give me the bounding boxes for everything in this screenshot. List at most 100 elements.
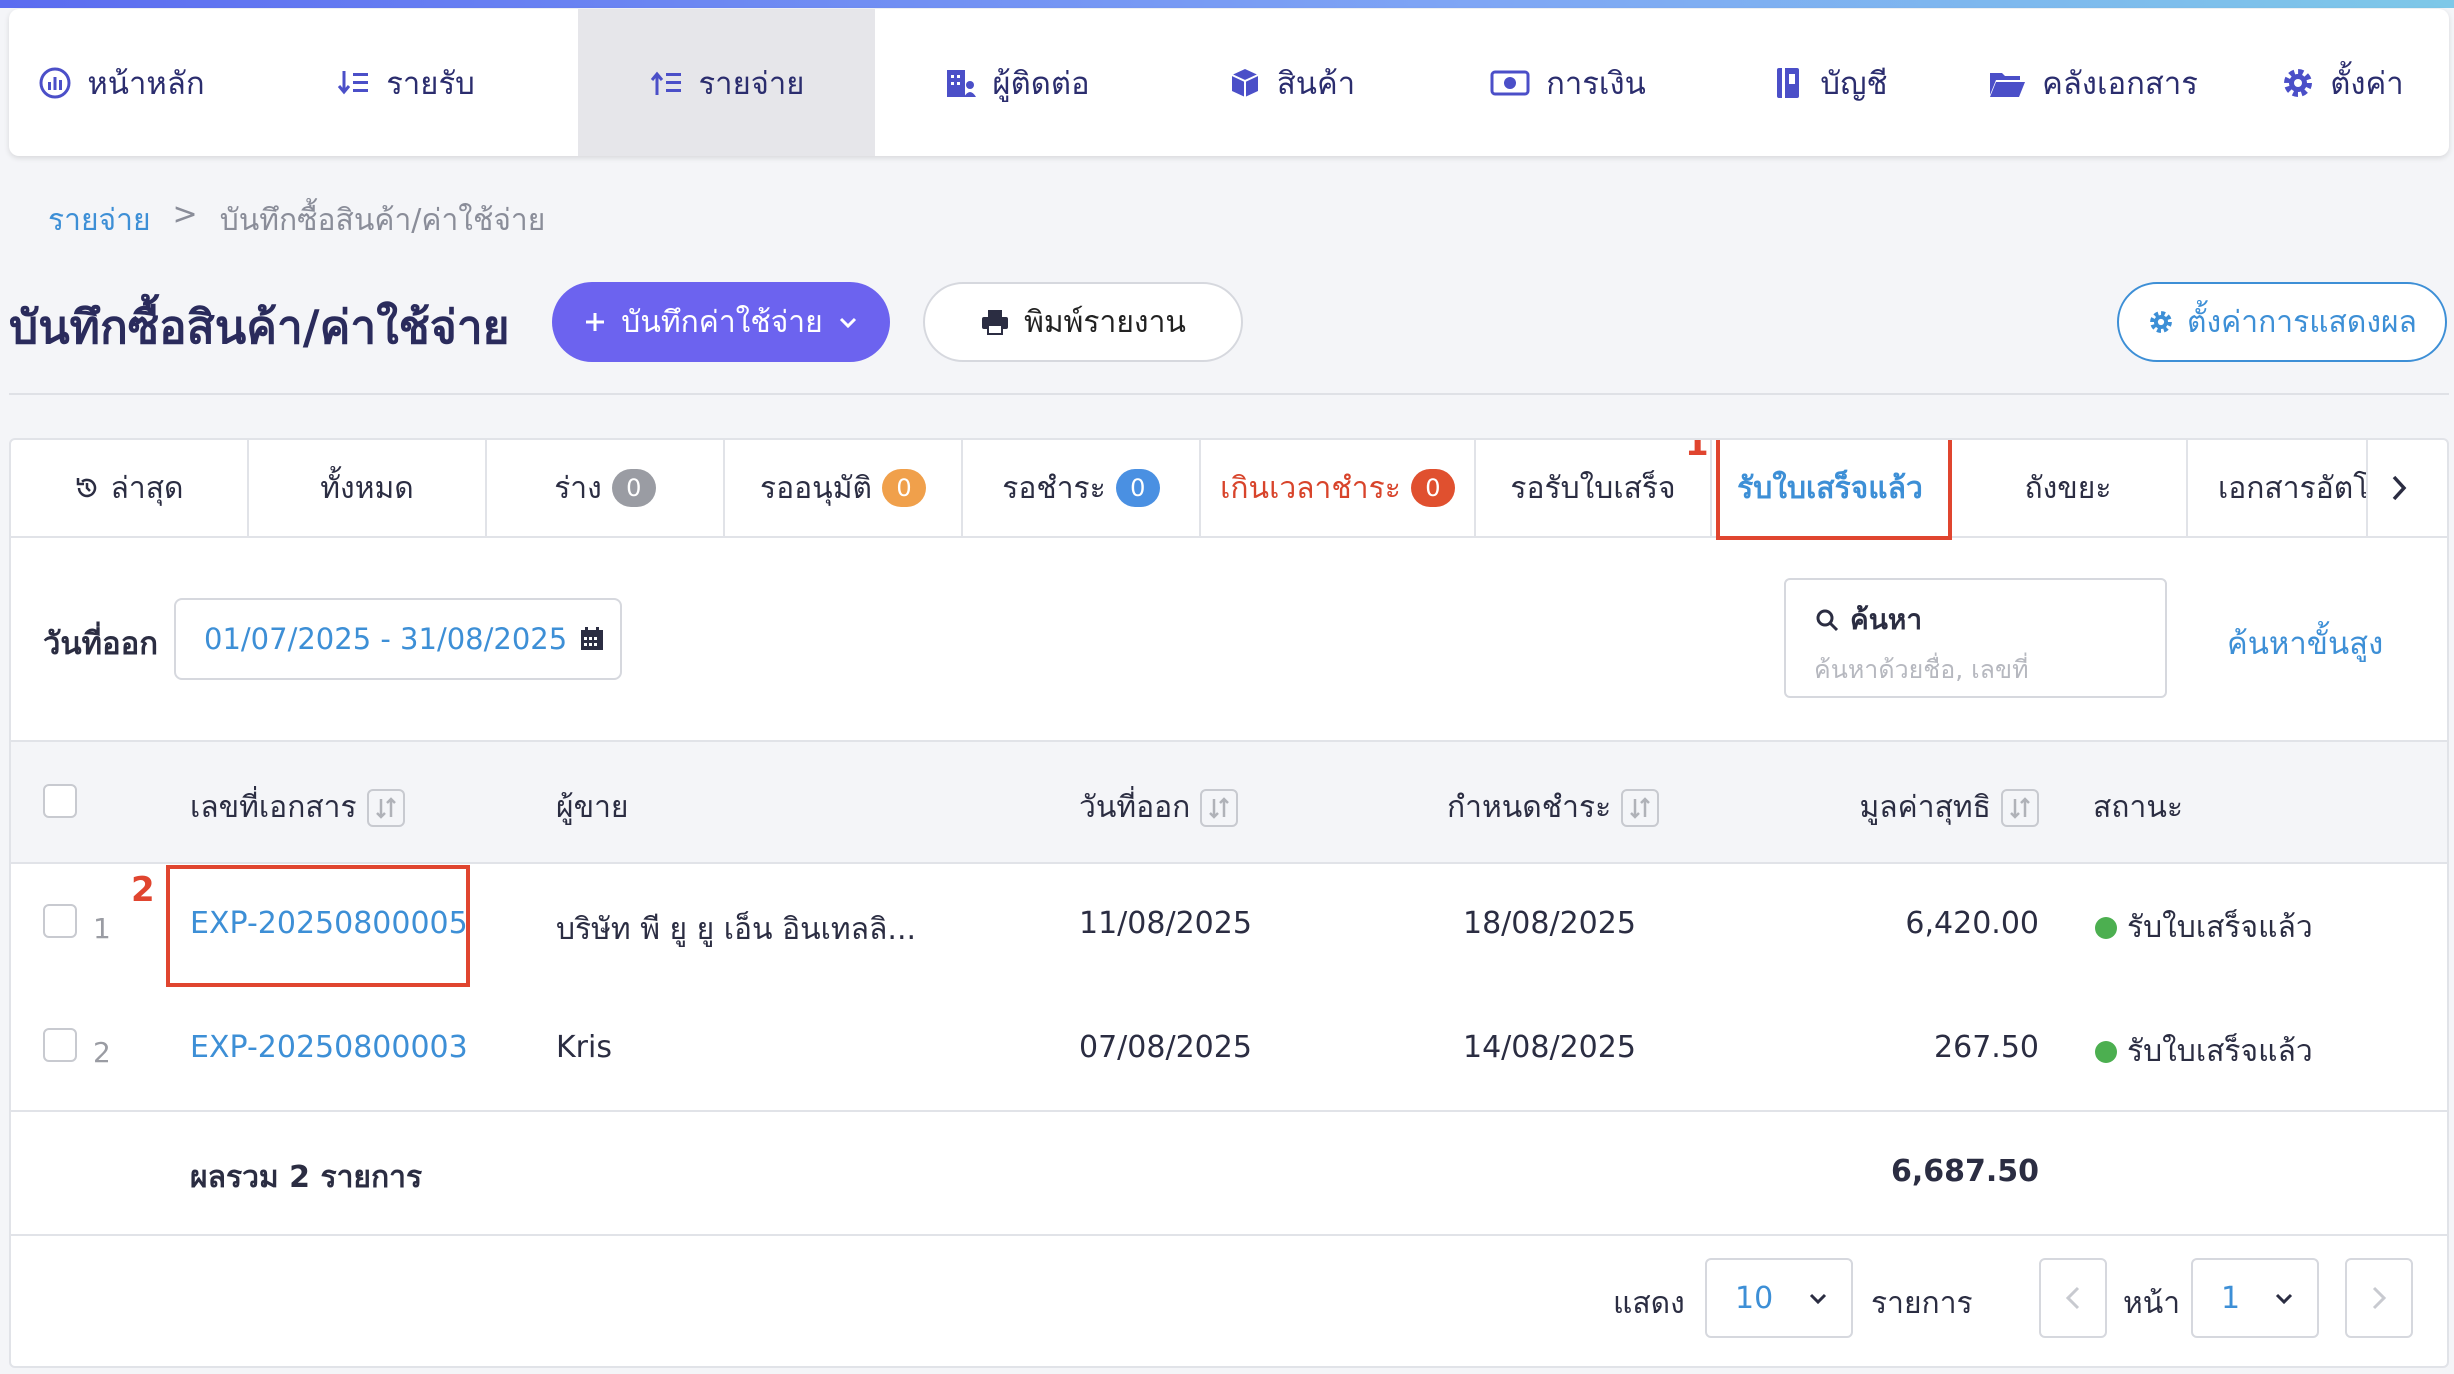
- display-settings-label: ตั้งค่าการแสดงผล: [2187, 304, 2417, 340]
- row-index: 2: [93, 1036, 111, 1069]
- sort-icon[interactable]: [1200, 788, 1239, 827]
- nav-item-finance[interactable]: การเงิน: [1425, 9, 1709, 156]
- tab-trash[interactable]: ถังขยะ: [1950, 440, 2188, 536]
- folder-open-icon: [1990, 72, 2026, 97]
- column-doc-no[interactable]: เลขที่เอกสาร: [190, 784, 405, 831]
- prev-page-button[interactable]: [2039, 1258, 2107, 1338]
- status-tabs: ล่าสุด ทั้งหมด ร่าง 0 รออนุมัติ 0 รอชำระ…: [11, 440, 2447, 538]
- nav-item-settings[interactable]: ตั้งค่า: [2235, 9, 2449, 156]
- issue-date: 07/08/2025: [1079, 1030, 1252, 1065]
- row-checkbox[interactable]: [43, 904, 77, 938]
- money-icon: [1490, 70, 1530, 95]
- select-all-checkbox[interactable]: [43, 784, 77, 818]
- nav-item-contacts[interactable]: ผู้ติดต่อ: [875, 9, 1157, 156]
- page-title: บันทึกซื้อสินค้า/ค่าใช้จ่าย: [9, 300, 510, 354]
- tab-label: เกินเวลาชำระ: [1220, 470, 1401, 506]
- table-row[interactable]: 2 EXP-20250800003 Kris 07/08/2025 14/08/…: [11, 988, 2447, 1112]
- column-due-date[interactable]: กำหนดชำระ: [1447, 784, 1660, 831]
- breadcrumb-separator: >: [172, 197, 198, 232]
- income-sort-icon: [338, 70, 369, 94]
- status-label: รับใบเสร็จแล้ว: [2127, 1034, 2313, 1069]
- dashboard-icon: [39, 67, 71, 98]
- chevron-down-icon: [839, 317, 856, 329]
- net-amount: 267.50: [1934, 1030, 2039, 1065]
- nav-label: สินค้า: [1276, 65, 1356, 102]
- nav-item-products[interactable]: สินค้า: [1157, 9, 1425, 156]
- top-accent-bar: [0, 0, 2454, 8]
- table-total-row: ผลรวม 2 รายการ 6,687.50: [11, 1112, 2447, 1236]
- page-size-select[interactable]: 10: [1705, 1258, 1853, 1338]
- search-label: ค้นหา: [1850, 603, 1923, 636]
- date-range-picker[interactable]: 01/07/2025 - 31/08/2025: [174, 598, 622, 680]
- sort-icon[interactable]: [2001, 788, 2039, 827]
- tab-awaiting-payment[interactable]: รอชำระ 0: [963, 440, 1201, 536]
- add-expense-button[interactable]: บันทึกค่าใช้จ่าย: [552, 282, 890, 362]
- breadcrumb-link-expense[interactable]: รายจ่าย: [48, 197, 151, 244]
- sort-icon[interactable]: [366, 788, 405, 827]
- nav-label: บัญชี: [1820, 65, 1888, 102]
- chevron-down-icon: [2275, 1293, 2293, 1305]
- nav-label: รายจ่าย: [698, 65, 805, 102]
- page-select[interactable]: 1: [2191, 1258, 2319, 1338]
- print-report-button[interactable]: พิมพ์รายงาน: [923, 282, 1243, 362]
- expense-sort-icon: [650, 71, 681, 95]
- column-label: มูลค่าสุทธิ: [1859, 790, 1991, 825]
- tab-label: รอชำระ: [1002, 470, 1106, 506]
- page-size-value: 10: [1735, 1280, 1774, 1316]
- table-header: เลขที่เอกสาร ผู้ขาย วันที่ออก กำหนดชำระ …: [11, 740, 2447, 864]
- row-checkbox[interactable]: [43, 1028, 77, 1062]
- tab-label: รออนุมัติ: [760, 470, 872, 506]
- contacts-building-icon: [947, 69, 977, 97]
- plus-icon: [586, 313, 605, 331]
- items-label: รายการ: [1871, 1286, 1973, 1321]
- column-label: เลขที่เอกสาร: [190, 790, 357, 825]
- column-issue-date[interactable]: วันที่ออก: [1079, 784, 1239, 831]
- nav-label: หน้าหลัก: [87, 65, 205, 102]
- column-vendor: ผู้ขาย: [556, 784, 629, 831]
- count-badge: 0: [611, 469, 656, 507]
- column-label: ผู้ขาย: [556, 790, 629, 825]
- search-icon: [1816, 609, 1839, 632]
- nav-item-expense[interactable]: รายจ่าย: [578, 9, 875, 156]
- tab-label: ถังขยะ: [2024, 470, 2112, 506]
- product-box-icon: [1231, 68, 1259, 97]
- column-label: สถานะ: [2093, 790, 2183, 825]
- tab-label: รอรับใบเสร็จ: [1510, 470, 1676, 506]
- tab-awaiting-approval[interactable]: รออนุมัติ 0: [725, 440, 963, 536]
- breadcrumb-current: บันทึกซื้อสินค้า/ค่าใช้จ่าย: [219, 203, 546, 238]
- display-settings-button[interactable]: ตั้งค่าการแสดงผล: [2117, 282, 2447, 362]
- advanced-search-link[interactable]: ค้นหาขั้นสูง: [2227, 618, 2383, 668]
- status-badge: รับใบเสร็จแล้ว: [2095, 1028, 2313, 1075]
- calendar-icon: [581, 627, 604, 650]
- nav-item-documents[interactable]: คลังเอกสาร: [1949, 9, 2235, 156]
- doc-number-link[interactable]: EXP-20250800003: [190, 1030, 468, 1065]
- status-dot: [2095, 916, 2117, 939]
- sort-icon[interactable]: [1621, 788, 1660, 827]
- tab-overdue[interactable]: เกินเวลาชำระ 0: [1201, 440, 1476, 536]
- search-input[interactable]: ค้นหา ค้นหาด้วยชื่อ, เลขที่: [1784, 578, 2167, 698]
- tab-latest[interactable]: ล่าสุด: [11, 440, 249, 536]
- column-net-amount[interactable]: มูลค่าสุทธิ: [1860, 784, 2039, 831]
- chevron-down-icon: [1809, 1293, 1827, 1305]
- nav-item-accounting[interactable]: บัญชี: [1709, 9, 1949, 156]
- nav-item-income[interactable]: รายรับ: [233, 9, 578, 156]
- page-label: หน้า: [2123, 1286, 2181, 1321]
- tab-auto-documents[interactable]: เอกสารอัตโ: [2188, 440, 2368, 536]
- tab-draft[interactable]: ร่าง 0: [487, 440, 725, 536]
- status-badge: รับใบเสร็จแล้ว: [2095, 904, 2313, 951]
- print-report-label: พิมพ์รายงาน: [1024, 304, 1186, 340]
- annotation-marker-2: 2: [131, 870, 155, 910]
- tab-awaiting-receipt[interactable]: รอรับใบเสร็จ: [1476, 440, 1712, 536]
- tabs-scroll-right-button[interactable]: [2368, 440, 2430, 536]
- next-page-button[interactable]: [2345, 1258, 2413, 1338]
- history-icon: [77, 478, 97, 498]
- due-date: 14/08/2025: [1463, 1030, 1636, 1065]
- net-amount: 6,420.00: [1905, 906, 2039, 941]
- tab-all[interactable]: ทั้งหมด: [249, 440, 487, 536]
- annotation-highlight-tab: [1716, 440, 1952, 540]
- nav-item-home[interactable]: หน้าหลัก: [9, 9, 233, 156]
- tab-label: ร่าง: [554, 470, 602, 506]
- documents-panel: ล่าสุด ทั้งหมด ร่าง 0 รออนุมัติ 0 รอชำระ…: [9, 438, 2449, 1368]
- count-badge: 0: [1410, 469, 1455, 507]
- annotation-marker-1: 1: [1685, 438, 1709, 464]
